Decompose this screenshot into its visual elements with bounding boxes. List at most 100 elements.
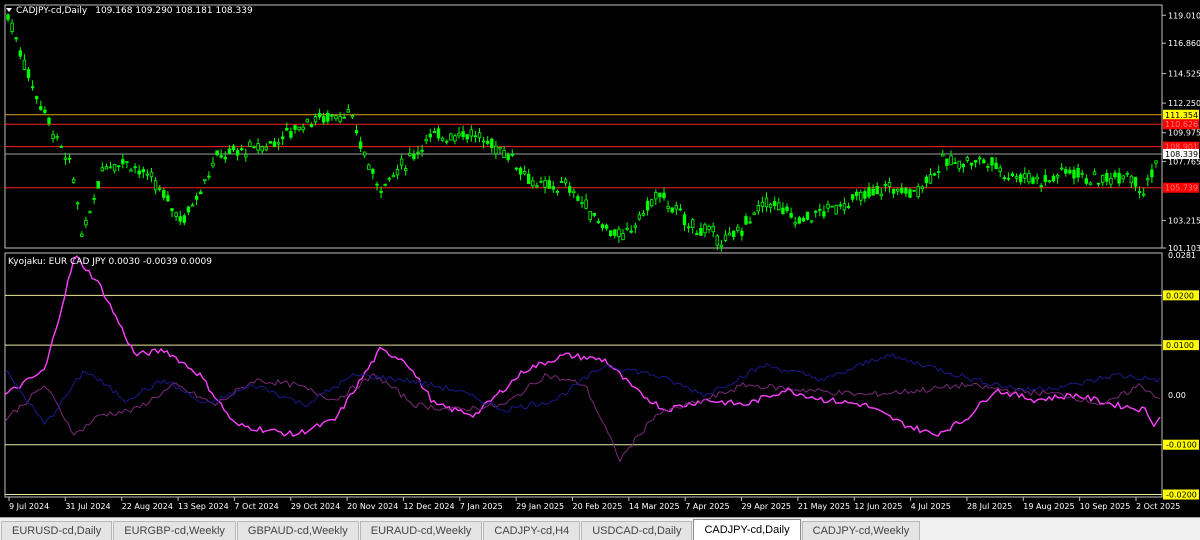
candle-body bbox=[211, 162, 215, 167]
candle-body bbox=[830, 205, 834, 208]
candle-body bbox=[1043, 175, 1047, 182]
candle-body bbox=[248, 141, 252, 147]
chart-tab[interactable]: CADJPY-cd,Weekly bbox=[801, 521, 921, 540]
candle-body bbox=[231, 145, 236, 151]
chart-tab[interactable]: CADJPY-cd,Daily bbox=[693, 519, 801, 540]
candle-body bbox=[961, 164, 965, 168]
candle-body bbox=[289, 131, 293, 138]
candle-body bbox=[949, 155, 953, 166]
candle-body bbox=[1113, 172, 1117, 178]
candle-body bbox=[268, 141, 273, 144]
candle-body bbox=[235, 150, 240, 156]
candle-body bbox=[937, 171, 941, 173]
candle-body bbox=[485, 140, 490, 144]
chart-canvas[interactable]: 119.010116.860114.525112.250109.975107.7… bbox=[0, 0, 1200, 520]
candle-body bbox=[625, 227, 629, 230]
chart-tab[interactable]: EURAUD-cd,Weekly bbox=[359, 521, 483, 540]
candle-body bbox=[1105, 173, 1109, 182]
candle-body bbox=[59, 145, 63, 148]
candle-body bbox=[473, 135, 478, 138]
candle-body bbox=[756, 205, 760, 212]
date-tick-label: 20 Nov 2024 bbox=[347, 502, 398, 511]
candle-body bbox=[818, 208, 822, 211]
candle-body bbox=[1129, 175, 1134, 184]
candle-body bbox=[850, 194, 855, 200]
candle-body bbox=[1133, 176, 1138, 187]
indicator-tick-label: 0.00 bbox=[1168, 391, 1186, 400]
chart-tab[interactable]: CADJPY-cd,H4 bbox=[483, 521, 581, 540]
candle-body bbox=[990, 157, 994, 166]
price-tick-label: 114.525 bbox=[1168, 70, 1200, 79]
candle-body bbox=[440, 137, 445, 141]
chart-window[interactable]: 119.010 116.860 114.525 112.250 109.975 107.7… bbox=[0, 0, 1200, 520]
candle-body bbox=[617, 228, 621, 237]
candle-body bbox=[965, 157, 970, 161]
candle-body bbox=[928, 174, 933, 184]
candle-body bbox=[432, 131, 437, 133]
candle-body bbox=[752, 212, 756, 215]
candle-body bbox=[859, 192, 863, 201]
candle-body bbox=[26, 69, 31, 79]
candle-body bbox=[1051, 175, 1056, 182]
candle-body bbox=[563, 179, 568, 184]
candle-body bbox=[727, 232, 732, 236]
candle-body bbox=[301, 126, 305, 131]
date-tick-label: 7 Apr 2025 bbox=[685, 502, 729, 511]
indicator-pane-border bbox=[4, 252, 1163, 498]
candle-body bbox=[559, 181, 564, 183]
indicator-line-cad bbox=[4, 372, 1161, 463]
price-level-label: 110.626 bbox=[1165, 120, 1198, 129]
candle-body bbox=[375, 183, 379, 186]
chart-tab[interactable]: GBPAUD-cd,Weekly bbox=[236, 521, 359, 540]
candle-body bbox=[604, 224, 609, 229]
date-tick-label: 12 Dec 2024 bbox=[403, 502, 454, 511]
candle-body bbox=[502, 150, 506, 158]
candle-body bbox=[317, 113, 322, 118]
candle-body bbox=[244, 154, 248, 158]
candle-body bbox=[518, 167, 523, 175]
candle-body bbox=[252, 146, 256, 149]
candle-body bbox=[875, 186, 879, 195]
indicator-pane[interactable] bbox=[4, 252, 1163, 498]
candle-body bbox=[809, 220, 814, 223]
date-tick-label: 29 Oct 2024 bbox=[291, 502, 340, 511]
candle-body bbox=[379, 190, 383, 193]
collapse-arrow-icon[interactable] bbox=[6, 8, 12, 12]
chart-tab[interactable]: EURGBP-cd,Weekly bbox=[113, 521, 236, 540]
candle-body bbox=[1031, 177, 1035, 184]
main-price-pane[interactable] bbox=[4, 4, 1163, 252]
candle-body bbox=[436, 128, 441, 139]
candle-body bbox=[781, 207, 785, 214]
candle-body bbox=[391, 174, 396, 178]
candle-body bbox=[801, 217, 806, 222]
candle-body bbox=[39, 106, 43, 110]
candle-body bbox=[88, 211, 92, 214]
candle-body bbox=[904, 188, 908, 194]
candle-body bbox=[871, 188, 875, 196]
candle-body bbox=[1154, 160, 1158, 164]
candle-body bbox=[822, 211, 826, 217]
chart-tab[interactable]: EURUSD-cd,Daily bbox=[1, 521, 113, 540]
candle-body bbox=[920, 186, 924, 190]
candle-body bbox=[264, 146, 268, 151]
candle-body bbox=[182, 215, 186, 223]
candle-body bbox=[194, 196, 199, 200]
candle-body bbox=[592, 212, 596, 216]
candle-body bbox=[814, 210, 818, 213]
candle-body bbox=[174, 212, 178, 217]
candle-body bbox=[346, 108, 350, 113]
candle-body bbox=[580, 202, 584, 204]
candle-body bbox=[416, 151, 420, 154]
candle-body bbox=[1072, 169, 1076, 179]
candle-body bbox=[80, 233, 84, 237]
candle-body bbox=[645, 200, 650, 211]
candle-body bbox=[22, 59, 27, 70]
candle-body bbox=[773, 201, 777, 207]
candle-body bbox=[531, 180, 535, 187]
candle-body bbox=[129, 169, 133, 172]
candle-body bbox=[125, 161, 129, 163]
candle-body bbox=[510, 153, 514, 156]
candle-body bbox=[157, 187, 162, 190]
chart-tab[interactable]: USDCAD-cd,Daily bbox=[581, 521, 693, 540]
candle-body bbox=[1060, 167, 1064, 170]
